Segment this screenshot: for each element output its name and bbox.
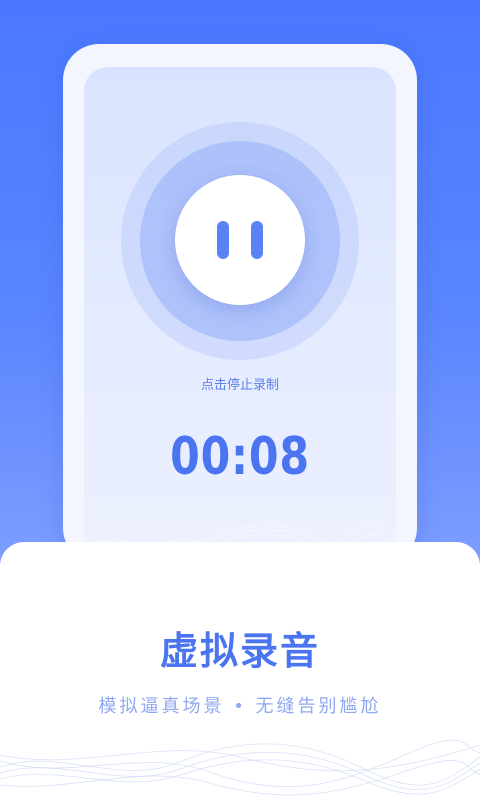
pause-icon-bar-left <box>217 221 229 259</box>
pause-icon-bar-right <box>251 221 263 259</box>
stop-recording-button[interactable] <box>175 175 305 305</box>
recording-timer: 00:08 <box>170 427 310 487</box>
feature-subtitle: 模拟逼真场景 • 无缝告别尴尬 <box>98 696 382 717</box>
sound-wave-footer <box>0 739 480 796</box>
feature-card: 虚拟录音 模拟逼真场景 • 无缝告别尴尬 <box>0 542 480 800</box>
pause-icon <box>217 221 263 259</box>
stop-recording-hint: 点击停止录制 <box>200 378 279 393</box>
feature-title: 虚拟录音 <box>159 629 320 673</box>
phone-mockup: 点击停止录制 00:08 <box>63 44 417 567</box>
phone-screen: 点击停止录制 00:08 <box>84 67 396 567</box>
